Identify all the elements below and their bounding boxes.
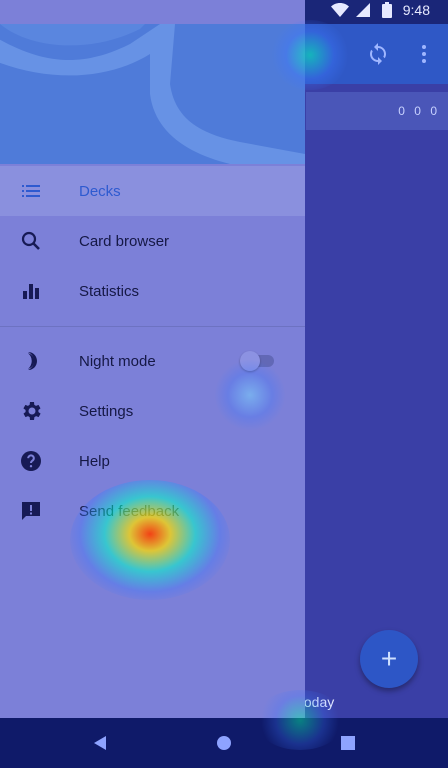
- night-mode-toggle[interactable]: [240, 351, 276, 371]
- back-icon[interactable]: [88, 730, 114, 756]
- feedback-icon: [19, 499, 43, 523]
- menu-label-statistics: Statistics: [79, 282, 140, 300]
- header-art: [0, 24, 305, 164]
- navigation-drawer: Decks Card browser Statistics Night mode: [0, 0, 305, 718]
- menu-label-night-mode: Night mode: [79, 352, 156, 370]
- menu-label-decks: Decks: [79, 182, 121, 200]
- list-icon: [19, 179, 43, 203]
- moon-icon: [19, 349, 43, 373]
- battery-icon: [379, 2, 395, 18]
- menu-item-settings[interactable]: Settings: [0, 386, 305, 436]
- menu-item-night-mode[interactable]: Night mode: [0, 336, 305, 386]
- deck-row[interactable]: 0 0 0: [306, 92, 448, 130]
- add-button[interactable]: +: [360, 630, 418, 688]
- menu-divider: [0, 326, 305, 327]
- help-icon: [19, 449, 43, 473]
- search-icon: [19, 229, 43, 253]
- bar-chart-icon: [19, 279, 43, 303]
- menu-item-send-feedback[interactable]: Send feedback: [0, 486, 305, 536]
- menu-label-send-feedback: Send feedback: [79, 502, 180, 520]
- deck-counts: 0 0 0: [398, 104, 440, 118]
- system-nav-bar: [0, 718, 448, 768]
- settings-icon: [19, 399, 43, 423]
- menu-item-card-browser[interactable]: Card browser: [0, 216, 305, 266]
- wifi-icon: [330, 2, 349, 18]
- menu-label-help: Help: [79, 452, 110, 470]
- drawer-header: [0, 24, 305, 164]
- more-vert-icon[interactable]: [412, 42, 436, 66]
- menu-item-help[interactable]: Help: [0, 436, 305, 486]
- menu-label-card-browser: Card browser: [79, 232, 170, 250]
- toggle-thumb: [240, 351, 260, 371]
- today-label: today: [300, 694, 335, 710]
- menu-label-settings: Settings: [79, 402, 134, 420]
- home-icon[interactable]: [211, 730, 237, 756]
- recents-icon[interactable]: [335, 730, 361, 756]
- sync-icon[interactable]: [366, 42, 390, 66]
- menu-item-decks[interactable]: Decks: [0, 166, 305, 216]
- plus-icon: +: [380, 643, 398, 674]
- signal-icon: [355, 2, 371, 18]
- clock: 9:48: [402, 2, 430, 18]
- menu-item-statistics[interactable]: Statistics: [0, 266, 305, 316]
